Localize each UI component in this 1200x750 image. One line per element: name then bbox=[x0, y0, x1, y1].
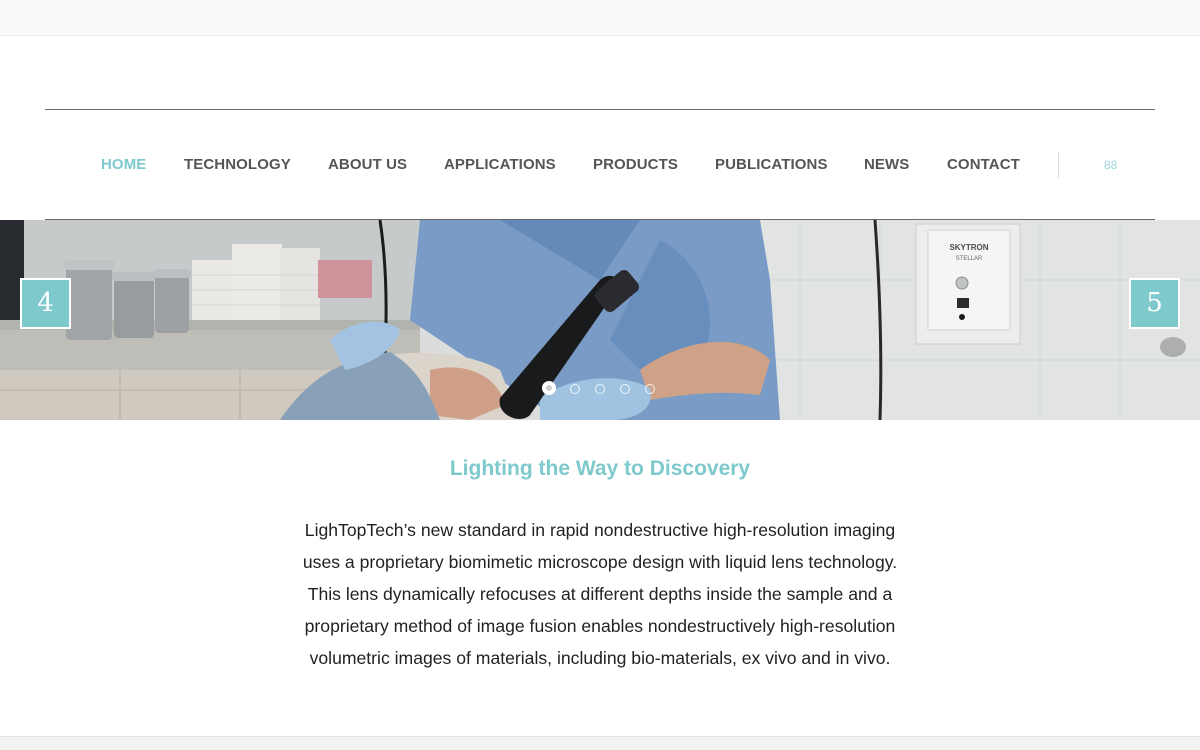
top-bar bbox=[0, 0, 1200, 36]
slider-dot-5[interactable] bbox=[645, 384, 655, 394]
nav-divider bbox=[1058, 152, 1059, 178]
header-rule-top bbox=[45, 109, 1155, 110]
nav-publications[interactable]: PUBLICATIONS bbox=[715, 156, 828, 173]
slider-dot-4[interactable] bbox=[620, 384, 630, 394]
hero-slider: SKYTRON STELLAR 4 5 bbox=[0, 220, 1200, 420]
footer-strip bbox=[0, 736, 1200, 750]
nav-home[interactable]: HOME bbox=[101, 156, 146, 173]
slider-dot-1[interactable] bbox=[542, 381, 556, 395]
nav-contact[interactable]: CONTACT bbox=[947, 156, 1020, 173]
nav-applications[interactable]: APPLICATIONS bbox=[444, 156, 556, 173]
slider-dot-3[interactable] bbox=[595, 384, 605, 394]
main-nav: HOME TECHNOLOGY ABOUT US APPLICATIONS PR… bbox=[0, 147, 1200, 183]
slider-dot-2[interactable] bbox=[570, 384, 580, 394]
slider-prev-button[interactable]: 4 bbox=[20, 278, 71, 329]
slider-next-button[interactable]: 5 bbox=[1129, 278, 1180, 329]
search-toggle-icon[interactable]: 88 bbox=[1104, 158, 1117, 172]
intro-paragraph: LighTopTech’s new standard in rapid nond… bbox=[302, 520, 898, 668]
intro-section: Lighting the Way to Discovery LighTopTec… bbox=[0, 420, 1200, 736]
section-headline: Lighting the Way to Discovery bbox=[449, 457, 751, 480]
nav-technology[interactable]: TECHNOLOGY bbox=[184, 156, 291, 173]
nav-about-us[interactable]: ABOUT US bbox=[328, 156, 407, 173]
nav-products[interactable]: PRODUCTS bbox=[593, 156, 678, 173]
nav-news[interactable]: NEWS bbox=[864, 156, 909, 173]
site-header: HOME TECHNOLOGY ABOUT US APPLICATIONS PR… bbox=[0, 36, 1200, 220]
